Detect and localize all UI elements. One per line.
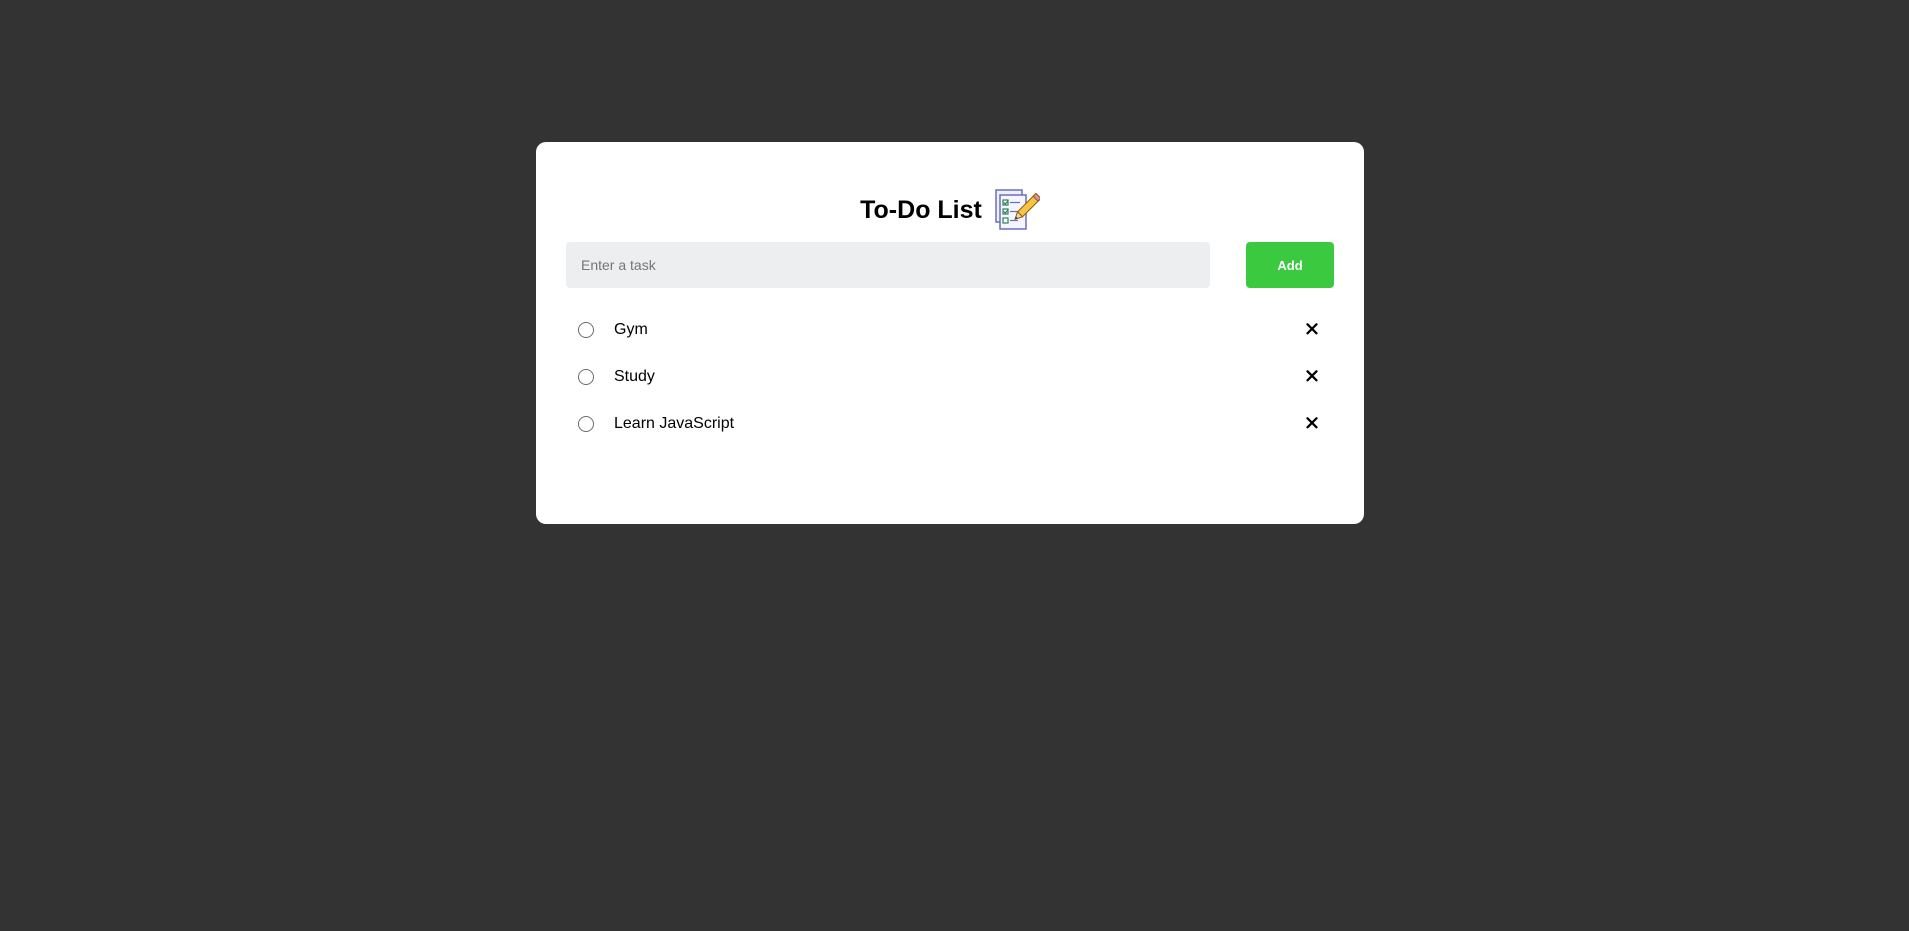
task-list: Gym Study Learn JavaScript — [578, 306, 1324, 447]
checklist-pencil-icon — [994, 189, 1042, 231]
task-input[interactable] — [566, 242, 1210, 288]
task-label: Learn JavaScript — [614, 414, 735, 432]
title-row: To-Do List — [536, 186, 1364, 234]
close-icon[interactable] — [1300, 363, 1324, 387]
todo-card: To-Do List Enter a task Add Gym Study Le… — [536, 142, 1364, 524]
page-title: To-Do List — [860, 195, 982, 224]
task-input-row: Add — [566, 242, 1334, 288]
add-button[interactable]: Add — [1246, 242, 1334, 288]
task-checkbox[interactable] — [578, 368, 594, 385]
close-icon[interactable] — [1300, 410, 1324, 434]
task-label: Gym — [614, 320, 648, 338]
list-item[interactable]: Study — [578, 353, 1324, 400]
task-checkbox[interactable] — [578, 321, 594, 338]
close-icon[interactable] — [1300, 316, 1324, 340]
list-item[interactable]: Gym — [578, 306, 1324, 353]
task-checkbox[interactable] — [578, 415, 594, 432]
list-item[interactable]: Learn JavaScript — [578, 400, 1324, 447]
task-label: Study — [614, 367, 655, 385]
